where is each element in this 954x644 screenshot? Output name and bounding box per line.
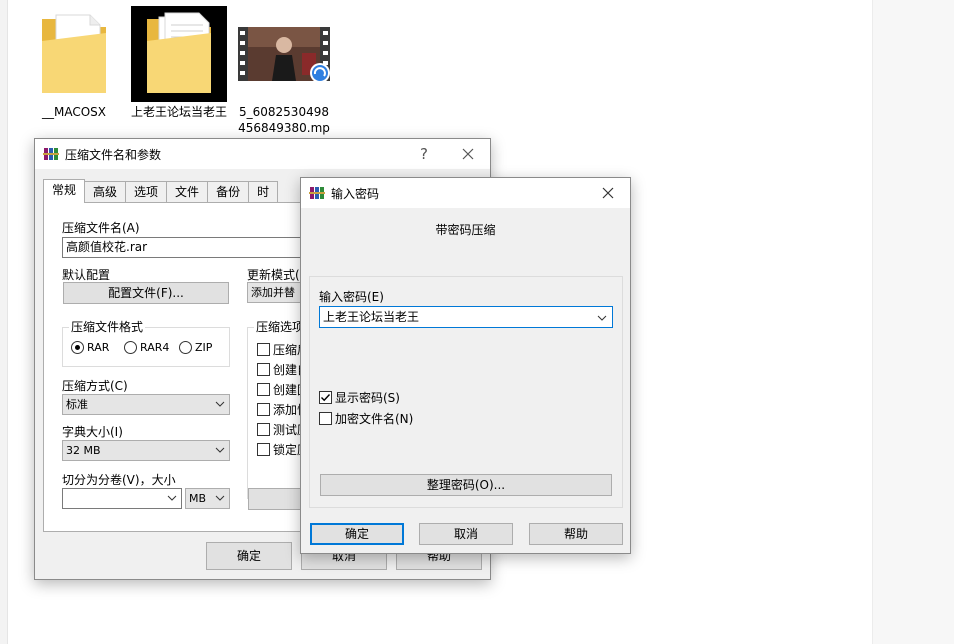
chevron-down-icon [597, 315, 607, 321]
profiles-button[interactable]: 配置文件(F)... [63, 282, 229, 304]
checkmark-icon [321, 394, 331, 402]
split-volume-label: 切分为分卷(V)，大小 [62, 473, 176, 487]
encrypt-file-names-checkbox[interactable]: 加密文件名(N) [319, 410, 413, 427]
dict-size-select[interactable]: 32 MB [62, 440, 230, 461]
checkbox-box [319, 391, 332, 404]
password-label: 输入密码(E) [319, 290, 384, 304]
file-item-folder-selected[interactable]: 上老王论坛当老王 [131, 6, 227, 120]
checkbox-box [319, 412, 332, 425]
radio-indicator [71, 341, 84, 354]
update-mode-value: 添加并替 [251, 286, 295, 299]
chevron-down-icon [215, 447, 225, 453]
format-option-label: RAR4 [140, 341, 170, 354]
dialog-title: 压缩文件名和参数 [65, 147, 162, 162]
split-volume-input[interactable] [62, 488, 182, 509]
tab-options[interactable]: 选项 [125, 181, 168, 203]
close-icon [462, 148, 474, 160]
format-option-label: RAR [87, 341, 110, 354]
organize-passwords-button[interactable]: 整理密码(O)... [320, 474, 612, 496]
method-select[interactable]: 标准 [62, 394, 230, 415]
winrar-icon [43, 148, 59, 160]
nav-pane-edge [0, 0, 8, 644]
format-radio-zip[interactable]: ZIP [179, 341, 212, 354]
method-value: 标准 [66, 398, 88, 411]
archive-name-label: 压缩文件名(A) [62, 221, 140, 235]
show-password-checkbox[interactable]: 显示密码(S) [319, 389, 400, 406]
tab-backup[interactable]: 备份 [207, 181, 250, 203]
file-name: __MACOSX [41, 105, 106, 119]
chevron-down-icon [167, 495, 177, 501]
default-profile-label: 默认配置 [62, 268, 111, 282]
details-pane [872, 0, 954, 644]
file-name: 上老王论坛当老王 [131, 105, 228, 119]
tab-files[interactable]: 文件 [166, 181, 209, 203]
update-mode-label: 更新模式( [247, 268, 300, 282]
tab-strip: 常规 高级 选项 文件 备份 时 [43, 179, 279, 203]
password-dialog: 输入密码 带密码压缩 输入密码(E) 上老王论坛当老王 显示密码(S) 加密文件… [300, 177, 631, 554]
split-unit-value: MB [189, 492, 207, 505]
help-glyph: ? [420, 145, 428, 163]
format-radio-rar[interactable]: RAR [71, 341, 109, 354]
video-thumbnail-icon [238, 27, 330, 83]
checkbox-box [257, 403, 270, 416]
help-title-button[interactable]: ? [402, 139, 446, 169]
checkbox-box [257, 363, 270, 376]
format-option-label: ZIP [195, 341, 213, 354]
dict-size-value: 32 MB [66, 444, 101, 457]
method-label: 压缩方式(C) [62, 379, 128, 393]
folder-icon [42, 14, 106, 93]
file-item-macosx[interactable]: __MACOSX [26, 6, 122, 120]
format-radio-rar4[interactable]: RAR4 [124, 341, 169, 354]
split-unit-select[interactable]: MB [185, 488, 230, 509]
password-panel: 输入密码(E) 上老王论坛当老王 显示密码(S) 加密文件名(N) 整理密码(O… [309, 276, 623, 508]
dict-size-label: 字典大小(I) [62, 425, 123, 439]
format-group-title: 压缩文件格式 [69, 320, 146, 334]
show-password-label: 显示密码(S) [335, 391, 400, 405]
chevron-down-icon [215, 401, 225, 407]
ok-button[interactable]: 确定 [310, 523, 404, 545]
chevron-down-icon [215, 495, 225, 501]
dialog-titlebar: 压缩文件名和参数 ? [35, 139, 490, 169]
checkbox-box [257, 343, 270, 356]
archive-name-input[interactable]: 高颜值校花.rar [62, 237, 322, 258]
close-icon [602, 187, 614, 199]
tab-general[interactable]: 常规 [43, 179, 86, 203]
tab-advanced[interactable]: 高级 [84, 181, 127, 203]
dialog-title: 输入密码 [331, 186, 380, 201]
close-button[interactable] [446, 139, 490, 169]
winrar-icon [309, 187, 325, 199]
compression-options-title: 压缩选项 [254, 320, 307, 334]
tab-time[interactable]: 时 [248, 181, 279, 203]
ok-button[interactable]: 确定 [206, 542, 292, 570]
dialog-heading: 带密码压缩 [435, 223, 496, 237]
radio-indicator [179, 341, 192, 354]
checkbox-box [257, 423, 270, 436]
help-button[interactable]: 帮助 [529, 523, 623, 545]
password-input[interactable]: 上老王论坛当老王 [319, 306, 613, 328]
close-button[interactable] [586, 178, 630, 208]
checkbox-box [257, 443, 270, 456]
cancel-button[interactable]: 取消 [419, 523, 513, 545]
checkbox-box [257, 383, 270, 396]
folder-icon [147, 12, 211, 93]
encrypt-file-names-label: 加密文件名(N) [335, 412, 414, 426]
password-value: 上老王论坛当老王 [323, 310, 420, 324]
radio-indicator [124, 341, 137, 354]
file-item-video[interactable]: 5_6082530498456849380.mp4 [236, 6, 332, 152]
dialog-titlebar: 输入密码 [301, 178, 630, 208]
